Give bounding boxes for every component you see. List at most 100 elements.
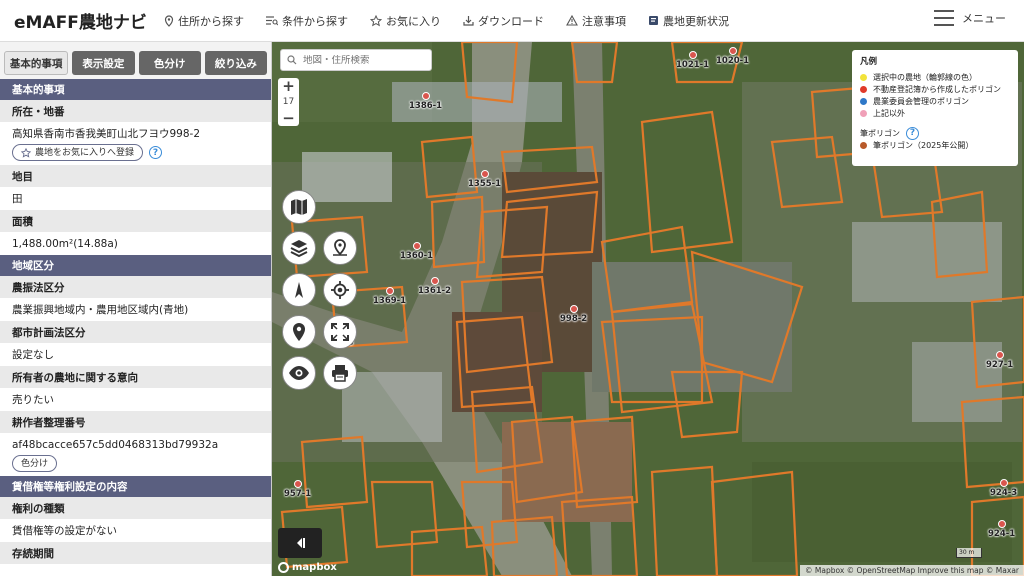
nav-address-search[interactable]: 住所から探す — [164, 13, 244, 29]
favorite-row: 農地をお気に入りへ登録 ? — [12, 144, 259, 161]
legend-fude-title-row: 筆ポリゴン? — [860, 126, 1010, 140]
map-search-box[interactable] — [280, 49, 432, 71]
mapbox-logo[interactable]: mapbox — [278, 562, 337, 573]
category-value: 田 — [12, 193, 23, 205]
parcel-label[interactable]: 1361-2 — [418, 277, 451, 296]
legend-fude-title: 筆ポリゴン — [860, 128, 900, 138]
parcel-label[interactable]: 924-3 — [990, 479, 1017, 498]
warning-icon — [566, 15, 578, 26]
nav-condition-label: 条件から探す — [282, 14, 348, 28]
nav-update-label: 農地更新状況 — [663, 14, 729, 28]
parcel-pin-icon — [412, 242, 421, 250]
fullscreen-button[interactable] — [323, 315, 357, 349]
collapse-sidebar-button[interactable] — [278, 528, 322, 558]
parcel-label[interactable]: 927-1 — [986, 351, 1013, 370]
route-button[interactable] — [323, 231, 357, 265]
download-icon — [463, 16, 474, 26]
search-icon — [287, 55, 297, 65]
parcel-label[interactable]: 1355-1 — [468, 170, 501, 189]
top-bar: eMAFF農地ナビ 住所から探す 条件から探す お気に入り ダウンロード 注意事… — [0, 0, 1024, 42]
color-button[interactable]: 色分け — [12, 455, 58, 472]
legend-dot — [860, 85, 867, 93]
nav-notes-label: 注意事項 — [582, 14, 626, 28]
nav-favorites-label: お気に入り — [386, 14, 441, 28]
parcel-label[interactable]: 1020-1 — [716, 47, 749, 66]
nav-favorites[interactable]: お気に入り — [370, 13, 441, 29]
parcel-label[interactable]: 1369-1 — [373, 287, 406, 306]
parcel-label[interactable]: 957-1 — [284, 480, 311, 499]
parcel-label[interactable]: 1021-1 — [676, 51, 709, 70]
add-favorite-button[interactable]: 農地をお気に入りへ登録 — [12, 144, 144, 161]
legend-item: 上記以外 — [860, 107, 1010, 119]
sidebar-tabs: 基本的事項 表示設定 色分け 絞り込み — [0, 42, 271, 79]
legend-dot — [860, 141, 867, 149]
parcel-pin-icon — [385, 287, 394, 295]
menu-button[interactable]: メニュー — [934, 10, 1006, 26]
parcel-pin-icon — [997, 520, 1006, 528]
star-icon — [370, 14, 382, 26]
map-pin-icon — [164, 14, 174, 27]
pin-button[interactable] — [282, 315, 316, 349]
sidebar: 基本的事項 表示設定 色分け 絞り込み 基本的事項 所在・地番 高知県香南市香我… — [0, 42, 272, 576]
base-map-button[interactable] — [282, 190, 316, 224]
scale-bar: 30 m — [956, 548, 982, 558]
parcel-label[interactable]: 998-2 — [560, 305, 587, 324]
map-search-input[interactable] — [303, 54, 423, 66]
map-legend: 凡例 選択中の農地（輪郭線の色） 不動産登記簿から作成したポリゴン 農業委員会管… — [852, 50, 1018, 166]
zoom-out-button[interactable]: − — [278, 110, 299, 126]
fullscreen-icon — [331, 323, 349, 341]
nav-condition-search[interactable]: 条件から探す — [266, 13, 348, 29]
layers-button[interactable] — [282, 231, 316, 265]
nousin-value: 農業振興地域内・農用地区域内(青地) — [12, 304, 189, 316]
nav-download[interactable]: ダウンロード — [463, 13, 544, 29]
nav-notes[interactable]: 注意事項 — [566, 13, 626, 29]
parcel-pin-icon — [569, 305, 578, 313]
zoom-in-button[interactable]: + — [278, 78, 299, 94]
zoom-control: + 17 − — [278, 78, 299, 126]
parcel-pin-icon — [421, 92, 430, 100]
parcel-label[interactable]: 924-1 — [988, 520, 1015, 539]
locate-icon — [331, 281, 349, 299]
area-label: 面積 — [0, 210, 271, 232]
print-button[interactable] — [323, 356, 357, 390]
parcel-pin-icon — [480, 170, 489, 178]
legend-dot — [860, 73, 867, 81]
map-view[interactable]: 1021-1 1020-1 1386-1 1355-1 1360-1 1369-… — [272, 42, 1024, 576]
app-logo[interactable]: eMAFF農地ナビ — [14, 8, 164, 33]
help-icon[interactable]: ? — [149, 146, 163, 159]
farmer-value: af48bcacce657c5dd0468313bd79932a 色分け — [0, 433, 271, 476]
tab-color[interactable]: 色分け — [138, 51, 201, 75]
section-region: 地域区分 — [0, 255, 271, 276]
star-icon — [21, 147, 31, 158]
legend-item: 選択中の農地（輪郭線の色） — [860, 71, 1010, 83]
farmer-label: 耕作者整理番号 — [0, 411, 271, 433]
menu-label: メニュー — [962, 12, 1006, 25]
tab-display[interactable]: 表示設定 — [72, 51, 135, 75]
map-attribution[interactable]: © Mapbox © OpenStreetMap Improve this ma… — [800, 565, 1024, 576]
tab-filter[interactable]: 絞り込み — [204, 51, 267, 75]
nav-update-status[interactable]: 農地更新状況 — [648, 13, 729, 29]
farmer-id: af48bcacce657c5dd0468313bd79932a — [12, 439, 219, 451]
main-nav: 住所から探す 条件から探す お気に入り ダウンロード 注意事項 農地更新状況 — [164, 13, 751, 29]
hamburger-icon — [934, 10, 954, 26]
parcel-label[interactable]: 1386-1 — [409, 92, 442, 111]
right-type-value: 賃借権等の設定がない — [12, 525, 117, 537]
current-location-button[interactable] — [323, 273, 357, 307]
tab-basic[interactable]: 基本的事項 — [4, 51, 69, 75]
help-icon[interactable]: ? — [906, 126, 919, 140]
nav-address-label: 住所から探す — [178, 14, 244, 28]
route-pin-icon — [333, 239, 347, 256]
parcel-pin-icon — [688, 51, 697, 59]
location-label: 所在・地番 — [0, 100, 271, 122]
legend-title: 凡例 — [860, 57, 878, 67]
legend-dot — [860, 97, 867, 105]
parcel-pin-icon — [430, 277, 439, 285]
parcel-pin-icon — [995, 351, 1004, 359]
add-favorite-label: 農地をお気に入りへ登録 — [35, 147, 135, 158]
location-text: 高知県香南市香我美町山北フヨウ998-2 — [12, 128, 201, 140]
parcel-label[interactable]: 1360-1 — [400, 242, 433, 261]
collapse-icon — [297, 538, 305, 548]
visibility-button[interactable] — [282, 356, 316, 390]
parcel-pin-icon — [728, 47, 737, 55]
compass-button[interactable] — [282, 273, 316, 307]
